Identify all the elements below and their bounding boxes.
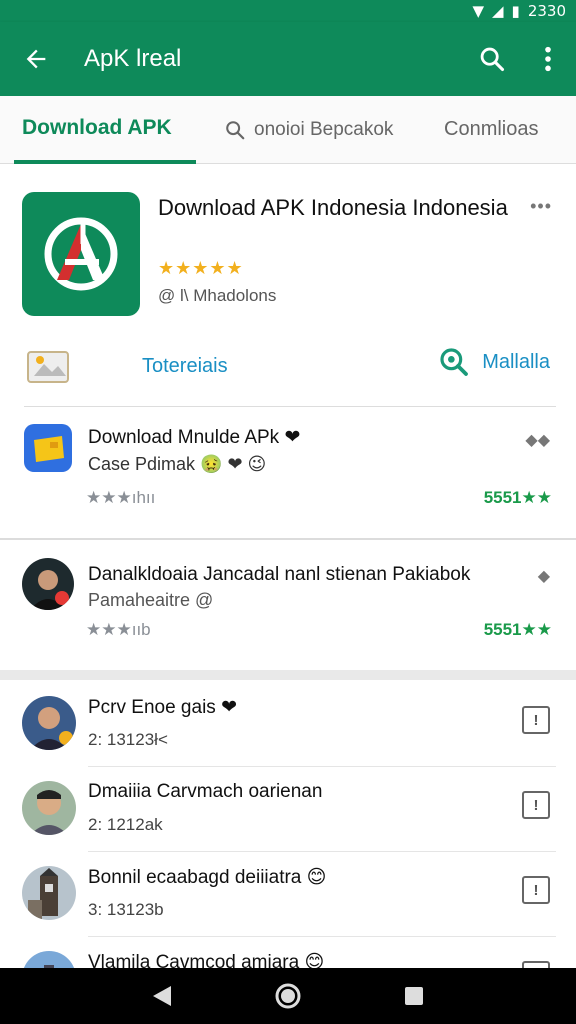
system-nav-bar bbox=[0, 968, 576, 1024]
wifi-icon: ▼ bbox=[472, 2, 484, 20]
tab-search[interactable]: onoioi Bepcakok bbox=[224, 96, 420, 164]
feed-subtitle: Case Pdimak 🤢 ❤ 😉 bbox=[88, 454, 267, 474]
more-vert-icon bbox=[545, 46, 551, 72]
tab-label: Conmlioas bbox=[444, 118, 539, 140]
recents-nav-icon[interactable] bbox=[403, 985, 425, 1007]
search-button[interactable] bbox=[464, 22, 520, 96]
search-icon bbox=[480, 47, 505, 72]
back-button[interactable] bbox=[0, 22, 72, 96]
mail-label: Mallalla bbox=[482, 350, 550, 373]
app-title: Download APK Indonesia Indonesia bbox=[158, 195, 508, 220]
avatar bbox=[22, 781, 76, 835]
tab-bar: Download APK onoioi Bepcakok Conmlioas bbox=[0, 96, 576, 164]
feed-item[interactable]: Download Mnulde APk ❤ Case Pdimak 🤢 ❤ 😉 … bbox=[0, 408, 576, 538]
feed-score: 5551★★ bbox=[483, 620, 552, 639]
home-nav-icon[interactable] bbox=[274, 982, 302, 1010]
list-item-name: Bonnil ecaabagd deiiiatra 😊 bbox=[88, 867, 327, 888]
list-item-name: Dmaiiia Carvmach oarienan bbox=[88, 781, 323, 802]
app-rating-stars: ★★★★★ bbox=[158, 258, 244, 278]
app-logo[interactable] bbox=[22, 192, 140, 316]
mail-button[interactable]: Mallalla bbox=[438, 346, 550, 378]
more-horiz-icon[interactable]: ••• bbox=[530, 196, 552, 217]
avatar bbox=[22, 866, 76, 920]
apk-logo-icon bbox=[44, 217, 118, 291]
feed-title: Download Mnulde APk ❤ bbox=[88, 427, 301, 448]
status-time: 2330 bbox=[527, 2, 566, 20]
page-title: ApK lreal bbox=[84, 45, 182, 72]
feed-rating: ★★★ııb bbox=[86, 620, 151, 639]
search-magnify-icon bbox=[440, 348, 469, 376]
tab-comments[interactable]: Conmlioas bbox=[444, 96, 538, 164]
app-bar: ApK lreal bbox=[0, 22, 576, 96]
tutorial-button[interactable]: Totereiais bbox=[24, 346, 228, 386]
report-button[interactable]: ! bbox=[522, 706, 550, 734]
share-icon[interactable]: ◆ bbox=[538, 566, 550, 586]
tab-label: Download APK bbox=[22, 115, 172, 139]
arrow-left-icon bbox=[26, 49, 46, 69]
feed-subtitle: Pamaheaitre @ bbox=[88, 590, 214, 610]
divider bbox=[24, 406, 556, 407]
status-bar: ▼ ◢ ▮ 2330 bbox=[0, 0, 576, 22]
report-button[interactable]: ! bbox=[522, 876, 550, 904]
signal-icon: ◢ bbox=[492, 2, 504, 20]
feed-title: Danalkldoaia Jancadal nanl stienan Pakia… bbox=[88, 564, 471, 585]
overflow-menu-button[interactable] bbox=[520, 22, 576, 96]
section-divider bbox=[0, 670, 576, 680]
share-icon[interactable]: ◆◆ bbox=[525, 430, 550, 450]
tab-label: onoioi Bepcakok bbox=[254, 118, 394, 140]
list-item-meta: 2: 1212ak bbox=[88, 815, 163, 834]
battery-icon: ▮ bbox=[511, 2, 520, 20]
tab-download-apk[interactable]: Download APK bbox=[14, 96, 196, 164]
status-icons: ▼ ◢ ▮ 2330 bbox=[472, 2, 566, 20]
report-button[interactable]: ! bbox=[522, 791, 550, 819]
avatar bbox=[22, 696, 76, 750]
app-card: Download APK Indonesia Indonesia ★★★★★ @… bbox=[0, 166, 576, 407]
avatar bbox=[22, 558, 74, 610]
list-item[interactable]: Dmaiiia Carvmach oarienan 2: 1212ak ! bbox=[0, 767, 576, 852]
tutorial-label: Totereiais bbox=[142, 354, 228, 377]
list-item-meta: 2: 13123ł< bbox=[88, 730, 168, 749]
list-item[interactable]: Pcrv Enoe gais ❤ 2: 13123ł< ! bbox=[0, 682, 576, 767]
feed-score: 5551★★ bbox=[483, 488, 552, 507]
folder-app-icon bbox=[24, 424, 72, 472]
search-icon bbox=[226, 120, 245, 139]
list-item[interactable]: Bonnil ecaabagd deiiiatra 😊 3: 13123b ! bbox=[0, 852, 576, 937]
back-nav-icon[interactable] bbox=[151, 984, 173, 1008]
feed-item[interactable]: Danalkldoaia Jancadal nanl stienan Pakia… bbox=[0, 540, 576, 670]
list-item-meta: 3: 13123b bbox=[88, 900, 164, 919]
app-developer: @ l\ Mhadolons bbox=[158, 286, 277, 305]
feed-rating: ★★★ıhıı bbox=[86, 488, 156, 507]
tutorial-image-icon bbox=[27, 351, 69, 383]
list-item-name: Pcrv Enoe gais ❤ bbox=[88, 697, 237, 718]
